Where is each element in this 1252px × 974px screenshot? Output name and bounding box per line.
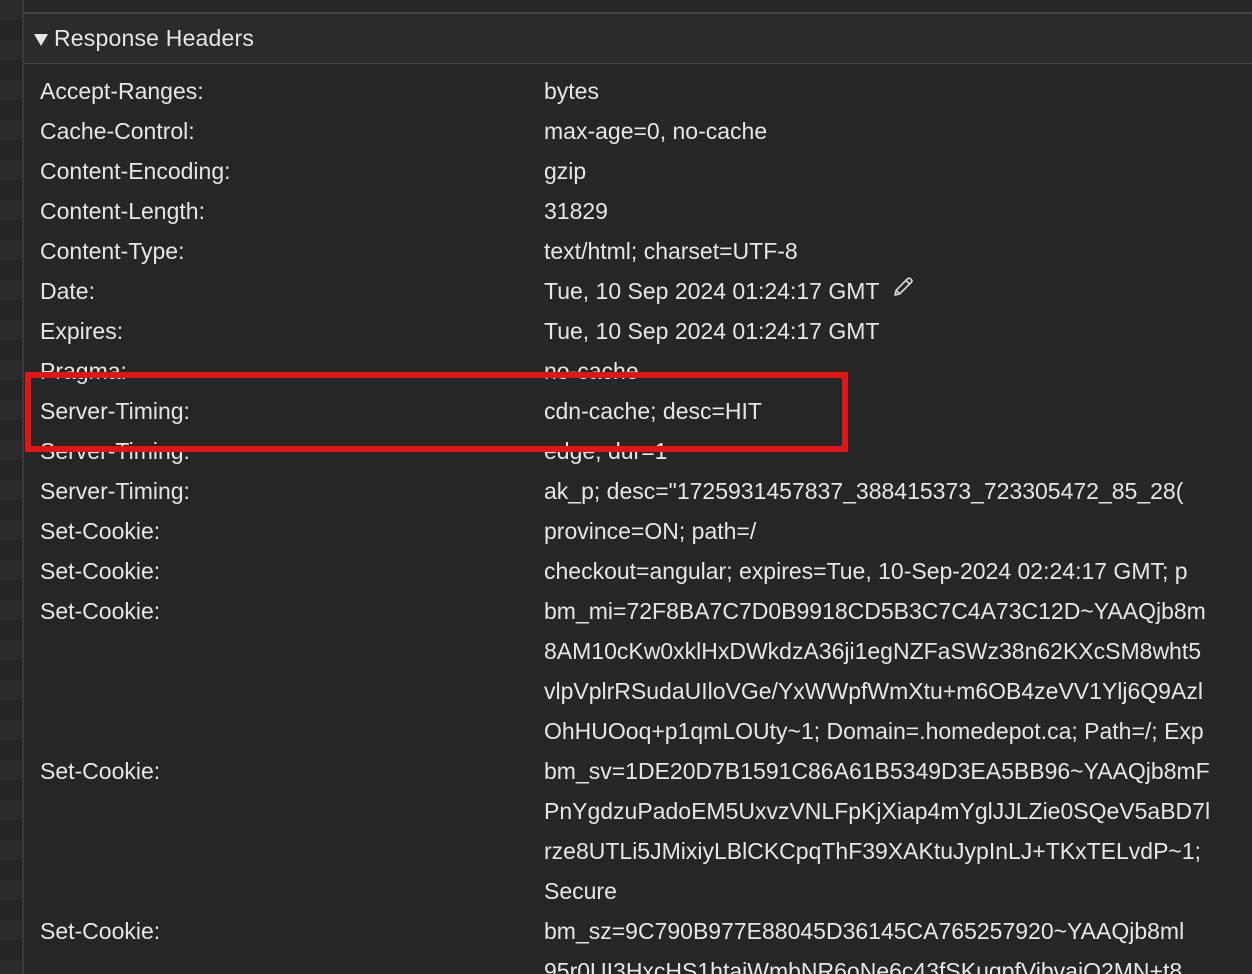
header-value: checkout=angular; expires=Tue, 10-Sep-20… xyxy=(544,558,1188,584)
header-row-continuation: rze8UTLi5JMixiyLBlCKCpqThF39XAKtuJypInLJ… xyxy=(40,831,1252,871)
header-value-line: rze8UTLi5JMixiyLBlCKCpqThF39XAKtuJypInLJ… xyxy=(544,838,1202,864)
header-row-highlighted: Server-Timing: cdn-cache; desc=HIT xyxy=(40,391,1252,431)
header-value-line: Secure xyxy=(544,878,617,904)
header-row: Pragma: no-cache xyxy=(40,351,1252,391)
header-value-line: bm_sz=9C790B977E88045D36145CA765257920~Y… xyxy=(544,918,1185,944)
header-row-continuation: vlpVplrRSudaUIloVGe/YxWWpfWmXtu+m6OB4zeV… xyxy=(40,671,1252,711)
header-name: Date: xyxy=(40,278,95,304)
header-value: Tue, 10 Sep 2024 01:24:17 GMT xyxy=(544,318,880,344)
pencil-icon[interactable] xyxy=(891,271,915,311)
header-value: cdn-cache; desc=HIT xyxy=(544,398,762,424)
header-row: Content-Type: text/html; charset=UTF-8 xyxy=(40,231,1252,271)
header-row: Date: Tue, 10 Sep 2024 01:24:17 GMT xyxy=(40,271,1252,311)
header-value: ak_p; desc="1725931457837_388415373_7233… xyxy=(544,478,1184,504)
header-value: 31829 xyxy=(544,198,608,224)
header-row-continuation: OhHUOoq+p1qmLOUty~1; Domain=.homedepot.c… xyxy=(40,711,1252,751)
header-value: edge; dur=1 xyxy=(544,438,668,464)
header-value-line: bm_mi=72F8BA7C7D0B9918CD5B3C7C4A73C12D~Y… xyxy=(544,598,1206,624)
header-row: Cache-Control: max-age=0, no-cache xyxy=(40,111,1252,151)
header-row-continuation: 8AM10cKw0xklHxDWkdzA36ji1egNZFaSWz38n62K… xyxy=(40,631,1252,671)
header-value: province=ON; path=/ xyxy=(544,518,757,544)
header-name: Set-Cookie: xyxy=(40,758,161,784)
header-row: Content-Encoding: gzip xyxy=(40,151,1252,191)
header-value: no-cache xyxy=(544,358,639,384)
header-name: Server-Timing: xyxy=(40,478,190,504)
header-row: Set-Cookie: checkout=angular; expires=Tu… xyxy=(40,551,1252,591)
header-row: Set-Cookie: province=ON; path=/ xyxy=(40,511,1252,551)
header-value: Tue, 10 Sep 2024 01:24:17 GMT xyxy=(544,278,880,304)
pane-divider[interactable] xyxy=(22,0,24,974)
header-row: Server-Timing: ak_p; desc="1725931457837… xyxy=(40,471,1252,511)
devtools-headers-panel: Response Headers Accept-Ranges: bytes Ca… xyxy=(0,0,1252,974)
header-value: gzip xyxy=(544,158,587,184)
header-row: Content-Length: 31829 xyxy=(40,191,1252,231)
header-row: Set-Cookie: bm_sz=9C790B977E88045D36145C… xyxy=(40,911,1252,951)
header-row: Accept-Ranges: bytes xyxy=(40,71,1252,111)
header-value-line: OhHUOoq+p1qmLOUty~1; Domain=.homedepot.c… xyxy=(544,718,1204,744)
header-name: Server-Timing: xyxy=(40,398,190,424)
header-value-line: vlpVplrRSudaUIloVGe/YxWWpfWmXtu+m6OB4zeV… xyxy=(544,678,1203,704)
response-headers-toggle[interactable]: Response Headers xyxy=(24,14,1252,64)
header-value-line: 8AM10cKw0xklHxDWkdzA36ji1egNZFaSWz38n62K… xyxy=(544,638,1202,664)
header-name: Content-Encoding: xyxy=(40,158,231,184)
header-name: Pragma: xyxy=(40,358,127,384)
header-value: text/html; charset=UTF-8 xyxy=(544,238,798,264)
header-value-editable: Tue, 10 Sep 2024 01:24:17 GMT xyxy=(544,271,1252,311)
header-name: Accept-Ranges: xyxy=(40,78,204,104)
header-value-line: bm_sv=1DE20D7B1591C86A61B5349D3EA5BB96~Y… xyxy=(544,758,1210,784)
disclosure-triangle-icon[interactable] xyxy=(34,33,48,46)
header-value-line: 95r0UI3HxcHS1htajWmbNR6oNe6c43fSKuqpfVib… xyxy=(544,958,1183,974)
headers-list: Accept-Ranges: bytes Cache-Control: max-… xyxy=(40,71,1252,974)
header-name: Expires: xyxy=(40,318,124,344)
header-row: Set-Cookie: bm_mi=72F8BA7C7D0B9918CD5B3C… xyxy=(40,591,1252,631)
header-row-continuation: PnYgdzuPadoEM5UxvzVNLFpKjXiap4mYglJJLZie… xyxy=(40,791,1252,831)
header-name: Set-Cookie: xyxy=(40,598,161,624)
header-value-line: PnYgdzuPadoEM5UxvzVNLFpKjXiap4mYglJJLZie… xyxy=(544,798,1211,824)
header-row-continuation: Secure xyxy=(40,871,1252,911)
request-list-strip[interactable] xyxy=(0,0,22,974)
header-row: Expires: Tue, 10 Sep 2024 01:24:17 GMT xyxy=(40,311,1252,351)
header-name: Cache-Control: xyxy=(40,118,195,144)
header-name: Content-Type: xyxy=(40,238,185,264)
header-name: Set-Cookie: xyxy=(40,518,161,544)
header-row-continuation: 95r0UI3HxcHS1htajWmbNR6oNe6c43fSKuqpfVib… xyxy=(40,951,1252,974)
header-value: max-age=0, no-cache xyxy=(544,118,768,144)
header-name: Set-Cookie: xyxy=(40,558,161,584)
header-name: Content-Length: xyxy=(40,198,205,224)
header-name: Set-Cookie: xyxy=(40,918,161,944)
header-row: Server-Timing: edge; dur=1 xyxy=(40,431,1252,471)
header-name: Server-Timing: xyxy=(40,438,190,464)
header-value: bytes xyxy=(544,78,599,104)
section-title: Response Headers xyxy=(54,25,255,51)
header-row: Set-Cookie: bm_sv=1DE20D7B1591C86A61B534… xyxy=(40,751,1252,791)
